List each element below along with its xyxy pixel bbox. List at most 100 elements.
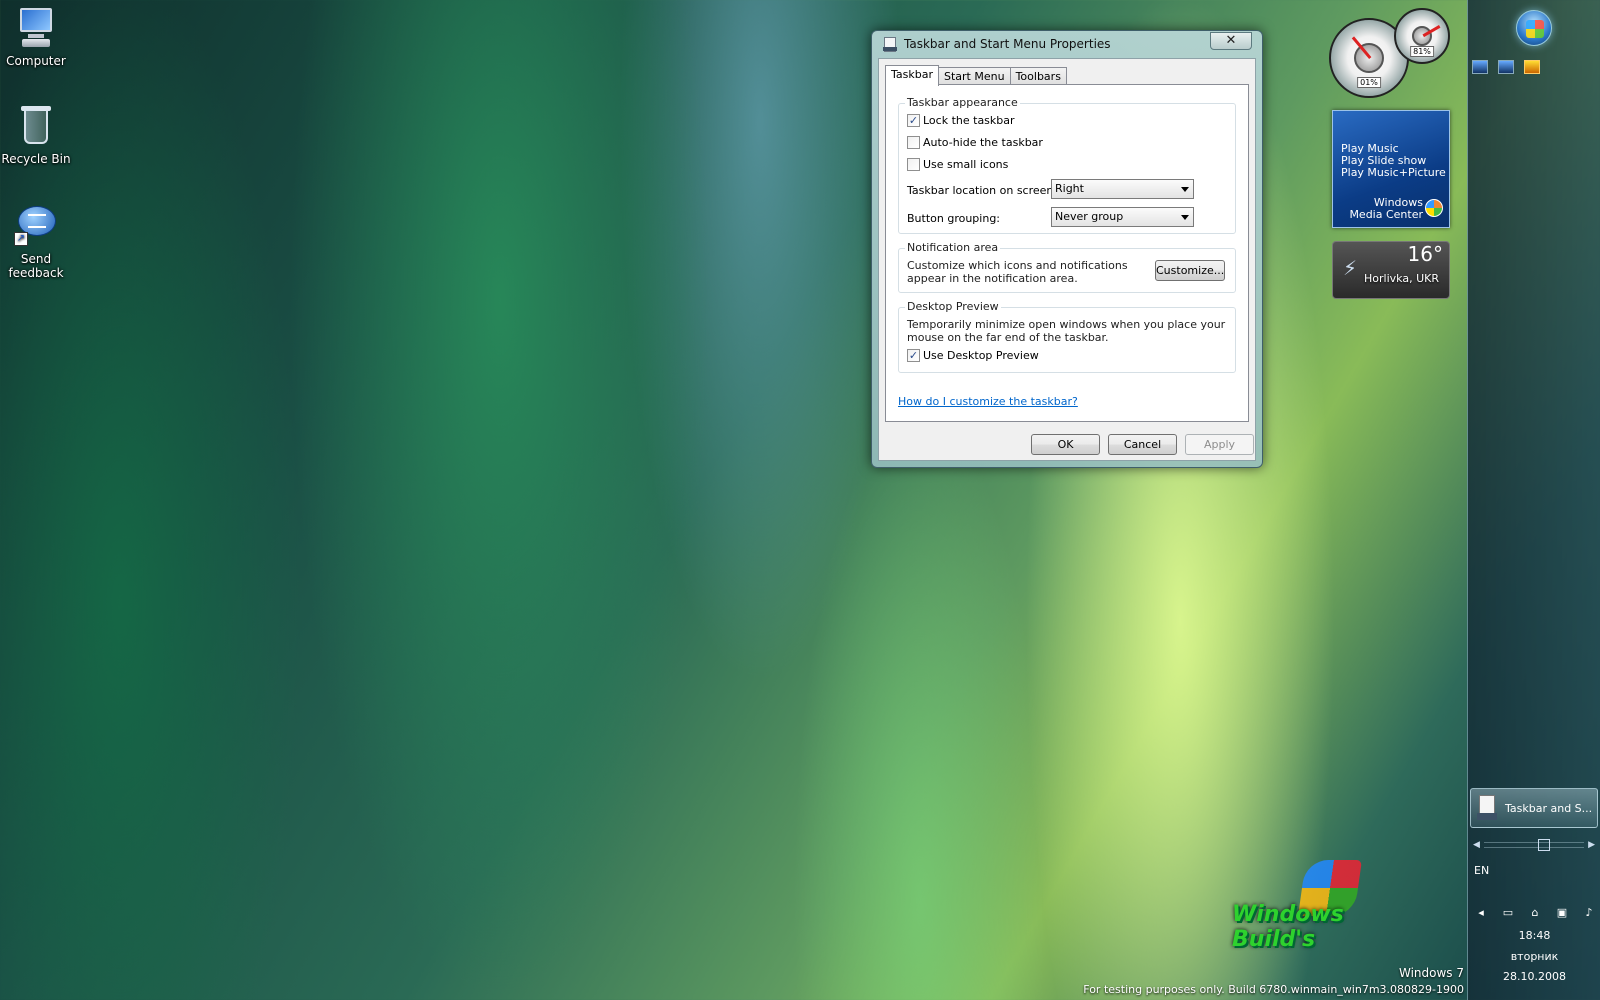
desktop-icon-label: Computer: [6, 54, 66, 68]
grouping-value: Never group: [1055, 210, 1124, 223]
windows-builds-logo: Windows Build's: [1232, 860, 1422, 952]
vmware-icon[interactable]: ▭: [1501, 906, 1515, 919]
apply-button[interactable]: Apply: [1185, 434, 1254, 455]
clock-day[interactable]: вторник: [1468, 950, 1600, 963]
taskbar-tab-panel: Taskbar appearance ✓ Lock the taskbar Au…: [885, 84, 1249, 422]
group-title: Desktop Preview: [905, 300, 1001, 313]
tab-taskbar[interactable]: Taskbar: [885, 65, 939, 86]
checkbox-label: Use small icons: [923, 158, 1009, 171]
watermark-title: Windows 7: [1398, 966, 1464, 980]
play-music-picture-link[interactable]: Play Music+Picture: [1341, 167, 1446, 179]
show-hidden-icons-icon[interactable]: ◂: [1474, 906, 1488, 919]
notification-area-group: Notification area Customize which icons …: [898, 241, 1236, 293]
media-player-icon[interactable]: [1524, 60, 1540, 74]
usb-device-icon[interactable]: ⌂: [1528, 906, 1542, 919]
chevron-down-icon: [1181, 215, 1189, 220]
help-link[interactable]: How do I customize the taskbar?: [898, 395, 1078, 408]
shortcut-arrow-icon: ↗: [14, 232, 28, 246]
small-icons-option[interactable]: Use small icons: [907, 158, 1008, 171]
use-desktop-preview-option[interactable]: ✓ Use Desktop Preview: [907, 349, 1039, 362]
desktop-preview-group: Desktop Preview Temporarily minimize ope…: [898, 300, 1236, 373]
task-button-taskbar-properties[interactable]: Taskbar and S...: [1470, 788, 1598, 828]
customize-button[interactable]: Customize...: [1155, 260, 1225, 281]
scroll-left-icon[interactable]: ◀: [1473, 840, 1480, 850]
notification-tray: ◂ ▭ ⌂ ▣ ♪: [1474, 906, 1596, 919]
logo-text: Windows Build's: [1232, 902, 1344, 952]
grouping-label: Button grouping:: [907, 212, 1000, 225]
memory-meter-gadget[interactable]: 81%: [1394, 8, 1450, 64]
weather-gadget[interactable]: ⚡ 16° Horlivka, UKR: [1332, 241, 1450, 299]
checkmark-icon: ✓: [908, 114, 919, 127]
windows-logo-icon: [1526, 20, 1544, 38]
weather-city: Horlivka, UKR: [1364, 272, 1439, 285]
network-icon[interactable]: ▣: [1555, 906, 1569, 919]
desktop-icon-send-feedback[interactable]: ↗ Send feedback: [0, 204, 72, 280]
desktop-icon-computer[interactable]: Computer: [0, 6, 72, 68]
auto-hide-checkbox[interactable]: [907, 136, 920, 149]
feedback-icon: ↗: [14, 204, 58, 248]
taskbar-properties-dialog: Taskbar and Start Menu Properties ✕ Task…: [871, 30, 1263, 468]
preview-description: Temporarily minimize open windows when y…: [907, 318, 1226, 344]
task-button-label: Taskbar and S...: [1505, 801, 1593, 815]
checkmark-icon: ✓: [908, 349, 919, 362]
ok-button[interactable]: OK: [1031, 434, 1100, 455]
taskbar-properties-icon: [882, 36, 898, 52]
show-desktop-icon[interactable]: [1472, 60, 1488, 74]
dialog-titlebar[interactable]: Taskbar and Start Menu Properties ✕: [878, 31, 1256, 57]
group-title: Notification area: [905, 241, 1001, 254]
small-icons-checkbox[interactable]: [907, 158, 920, 171]
location-label-text: Taskbar location on screen:: [907, 184, 1058, 197]
lightning-icon: ⚡: [1343, 256, 1358, 280]
scroll-right-icon[interactable]: ▶: [1588, 840, 1595, 850]
start-button[interactable]: [1516, 10, 1552, 46]
windows-logo-icon: [1425, 199, 1443, 217]
scroll-track[interactable]: [1483, 839, 1585, 851]
checkbox-label: Use Desktop Preview: [923, 349, 1039, 362]
weather-temperature: 16°: [1407, 242, 1443, 266]
dialog-client-area: Taskbar Start Menu Toolbars Taskbar appe…: [878, 58, 1256, 461]
close-button[interactable]: ✕: [1210, 32, 1252, 50]
media-center-brand: Windows Media Center: [1349, 197, 1423, 221]
tab-toolbars[interactable]: Toolbars: [1009, 67, 1067, 85]
location-value: Right: [1055, 182, 1084, 195]
location-dropdown[interactable]: Right: [1051, 179, 1194, 199]
chevron-down-icon: [1181, 187, 1189, 192]
checkbox-label: Lock the taskbar: [923, 114, 1015, 127]
auto-hide-option[interactable]: Auto-hide the taskbar: [907, 136, 1043, 149]
computer-icon: [14, 6, 58, 50]
clock-date[interactable]: 28.10.2008: [1468, 970, 1600, 983]
taskbar: Taskbar and S... ◀ ▶ EN ◂ ▭ ⌂ ▣ ♪ 18:48 …: [1467, 0, 1600, 1000]
taskbar-scroller[interactable]: ◀ ▶: [1470, 838, 1598, 852]
memory-readout: 81%: [1410, 45, 1434, 57]
lock-taskbar-checkbox[interactable]: ✓: [907, 114, 920, 127]
group-title: Taskbar appearance: [905, 96, 1020, 109]
language-indicator[interactable]: EN: [1474, 864, 1489, 877]
use-desktop-preview-checkbox[interactable]: ✓: [907, 349, 920, 362]
lock-taskbar-option[interactable]: ✓ Lock the taskbar: [907, 114, 1015, 127]
watermark-build: For testing purposes only. Build 6780.wi…: [1083, 983, 1464, 996]
grouping-dropdown[interactable]: Never group: [1051, 207, 1194, 227]
brand-line: Media Center: [1349, 208, 1423, 221]
taskbar-appearance-group: Taskbar appearance ✓ Lock the taskbar Au…: [898, 96, 1236, 234]
dialog-title: Taskbar and Start Menu Properties: [904, 37, 1111, 51]
media-center-items: Play Music Play Slide show Play Music+Pi…: [1341, 143, 1446, 179]
notification-description: Customize which icons and notifications …: [907, 259, 1128, 285]
switch-windows-icon[interactable]: [1498, 60, 1514, 74]
tab-start-menu[interactable]: Start Menu: [938, 67, 1011, 85]
quick-launch: [1472, 60, 1540, 74]
location-label: Taskbar location on screen:: [907, 184, 1057, 197]
desktop-icon-recycle-bin[interactable]: Recycle Bin: [0, 104, 72, 166]
grouping-label-text: Button grouping:: [907, 212, 1001, 225]
media-center-gadget: Play Music Play Slide show Play Music+Pi…: [1332, 110, 1450, 228]
desktop-icon-label: Recycle Bin: [1, 152, 71, 166]
clock-time[interactable]: 18:48: [1468, 929, 1600, 942]
volume-icon[interactable]: ♪: [1582, 906, 1596, 919]
cancel-button[interactable]: Cancel: [1108, 434, 1177, 455]
checkbox-label: Auto-hide the taskbar: [923, 136, 1043, 149]
cpu-readout: 01%: [1357, 77, 1381, 89]
taskbar-properties-icon: [1477, 795, 1497, 821]
scroll-thumb[interactable]: [1537, 839, 1550, 851]
desktop-icon-label: Send feedback: [8, 252, 64, 280]
recycle-bin-icon: [14, 104, 58, 148]
gauge-dial-icon: [1411, 25, 1433, 47]
